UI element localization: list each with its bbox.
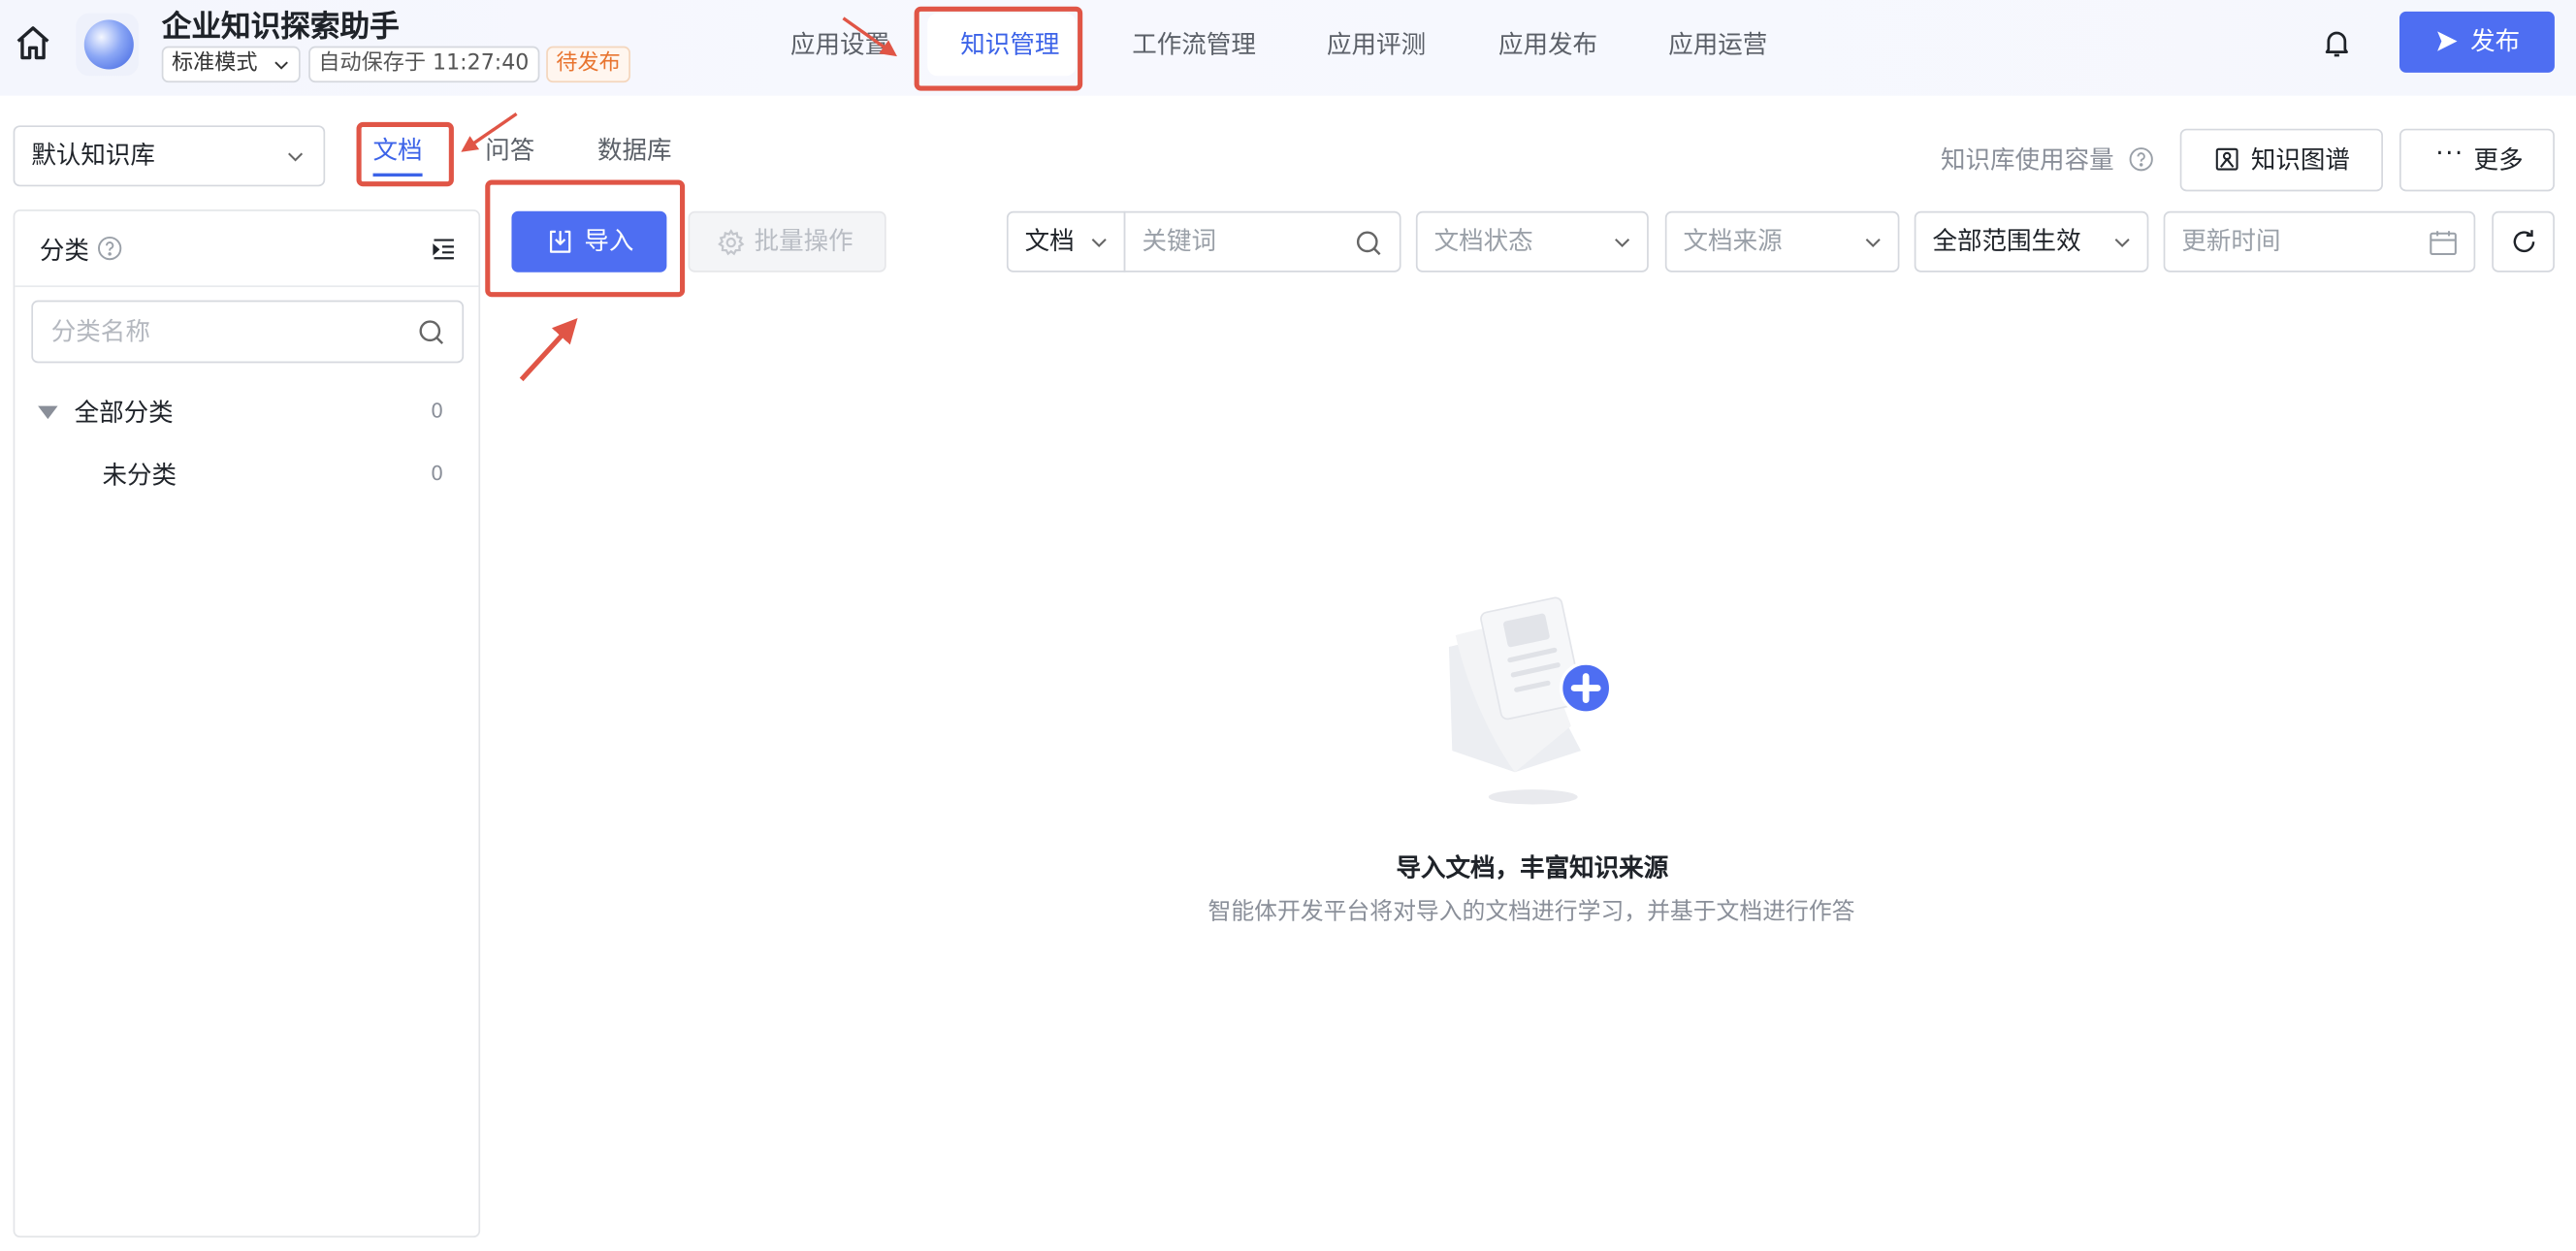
sidebar-header: 分类 <box>15 211 479 288</box>
doc-status-filter[interactable]: 文档状态 <box>1415 210 1649 273</box>
search-icon[interactable] <box>417 318 445 346</box>
tab-app-settings[interactable]: 应用设置 <box>790 23 889 66</box>
tab-workflow-management[interactable]: 工作流管理 <box>1132 23 1256 66</box>
search-icon[interactable] <box>1355 230 1383 258</box>
tab-app-evaluation[interactable]: 应用评测 <box>1327 23 1426 66</box>
tree-item-uncategorized[interactable]: 未分类 0 <box>15 456 478 496</box>
empty-state-subtitle: 智能体开发平台将对导入的文档进行学习，并基于文档进行作答 <box>1208 899 1855 926</box>
scope-filter-value: 全部范围生效 <box>1932 226 2081 256</box>
app-logo <box>76 13 139 77</box>
empty-documents-illustration <box>1448 596 1613 805</box>
subtab-documents[interactable]: 文档 <box>373 129 423 172</box>
tree-item-all[interactable]: 全部分类 0 <box>15 393 478 433</box>
annotation-arrow-import-button <box>519 318 578 382</box>
app-title: 企业知识探索助手 <box>161 10 400 45</box>
tree-item-count: 0 <box>431 399 444 423</box>
refresh-icon <box>2513 230 2535 253</box>
more-button-label: 更多 <box>2473 144 2524 176</box>
active-subtab-underline <box>372 173 423 177</box>
chevron-down-icon <box>2114 238 2130 247</box>
empty-state-title: 导入文档，丰富知识来源 <box>1396 852 1669 883</box>
update-time-picker[interactable]: 更新时间 <box>2163 210 2476 273</box>
scope-filter[interactable]: 全部范围生效 <box>1914 210 2149 273</box>
status-badge: 待发布 <box>546 46 630 83</box>
app-root: 企业知识探索助手 标准模式 自动保存于 11:27:40 待发布 应用设置 知识… <box>0 0 2576 1251</box>
chevron-down-icon <box>1615 238 1630 247</box>
collapse-list-icon[interactable] <box>431 236 457 262</box>
import-button-label: 导入 <box>584 226 634 256</box>
send-icon <box>2437 31 2458 51</box>
tree-item-label: 全部分类 <box>74 398 174 428</box>
publish-button[interactable]: 发布 <box>2399 11 2555 73</box>
batch-operation-button[interactable]: 批量操作 <box>688 210 886 273</box>
refresh-button[interactable] <box>2492 210 2555 273</box>
graph-icon <box>2215 147 2238 171</box>
import-icon <box>549 230 571 253</box>
batch-operation-label: 批量操作 <box>754 226 853 256</box>
tree-item-label: 未分类 <box>102 460 177 491</box>
kb-usage-label: 知识库使用容量 <box>1940 144 2114 176</box>
import-button[interactable]: 导入 <box>511 210 667 273</box>
type-filter-value: 文档 <box>1024 226 1075 256</box>
subtab-database[interactable]: 数据库 <box>597 129 672 172</box>
publish-button-label: 发布 <box>2470 26 2521 56</box>
caret-down-icon[interactable] <box>36 404 59 421</box>
update-time-placeholder: 更新时间 <box>2181 226 2281 256</box>
chevron-down-icon <box>274 61 288 70</box>
top-header: 企业知识探索助手 标准模式 自动保存于 11:27:40 待发布 应用设置 知识… <box>0 0 2576 96</box>
doc-status-placeholder: 文档状态 <box>1433 226 1533 256</box>
knowledge-graph-label: 知识图谱 <box>2250 144 2350 176</box>
subtab-qa[interactable]: 问答 <box>485 129 534 172</box>
tab-app-publish[interactable]: 应用发布 <box>1498 23 1597 66</box>
category-search-placeholder: 分类名称 <box>50 316 150 347</box>
type-filter-select[interactable]: 文档 <box>1006 210 1126 273</box>
knowledge-base-select[interactable]: 默认知识库 <box>13 125 326 187</box>
keyword-search-input[interactable]: 关键词 <box>1123 210 1401 273</box>
mode-select-value: 标准模式 <box>171 50 258 77</box>
more-button[interactable]: ··· 更多 <box>2399 128 2555 192</box>
tab-knowledge-management[interactable]: 知识管理 <box>960 23 1059 66</box>
keyword-placeholder: 关键词 <box>1142 226 1217 256</box>
category-sidebar: 分类 分类名称 全部分类 0 未分类 0 <box>13 209 481 1238</box>
tab-app-operations[interactable]: 应用运营 <box>1668 23 1767 66</box>
knowledge-graph-button[interactable]: 知识图谱 <box>2179 128 2383 192</box>
more-icon: ··· <box>2435 138 2464 169</box>
help-icon[interactable] <box>97 236 122 261</box>
category-search-input[interactable]: 分类名称 <box>31 300 465 364</box>
doc-source-filter[interactable]: 文档来源 <box>1664 210 1900 273</box>
bell-icon[interactable] <box>2320 26 2353 59</box>
help-icon[interactable] <box>2129 146 2154 172</box>
gear-icon <box>718 229 745 256</box>
chevron-down-icon <box>288 152 304 162</box>
knowledge-base-select-value: 默认知识库 <box>31 140 155 171</box>
chevron-down-icon <box>1091 238 1107 247</box>
mode-select[interactable]: 标准模式 <box>161 46 301 83</box>
doc-source-placeholder: 文档来源 <box>1683 226 1783 256</box>
tree-item-count: 0 <box>431 462 444 486</box>
chevron-down-icon <box>1865 238 1881 247</box>
calendar-icon[interactable] <box>2430 230 2458 256</box>
autosave-status: 自动保存于 11:27:40 <box>308 46 539 83</box>
home-icon[interactable] <box>14 23 53 63</box>
category-title: 分类 <box>39 236 89 266</box>
